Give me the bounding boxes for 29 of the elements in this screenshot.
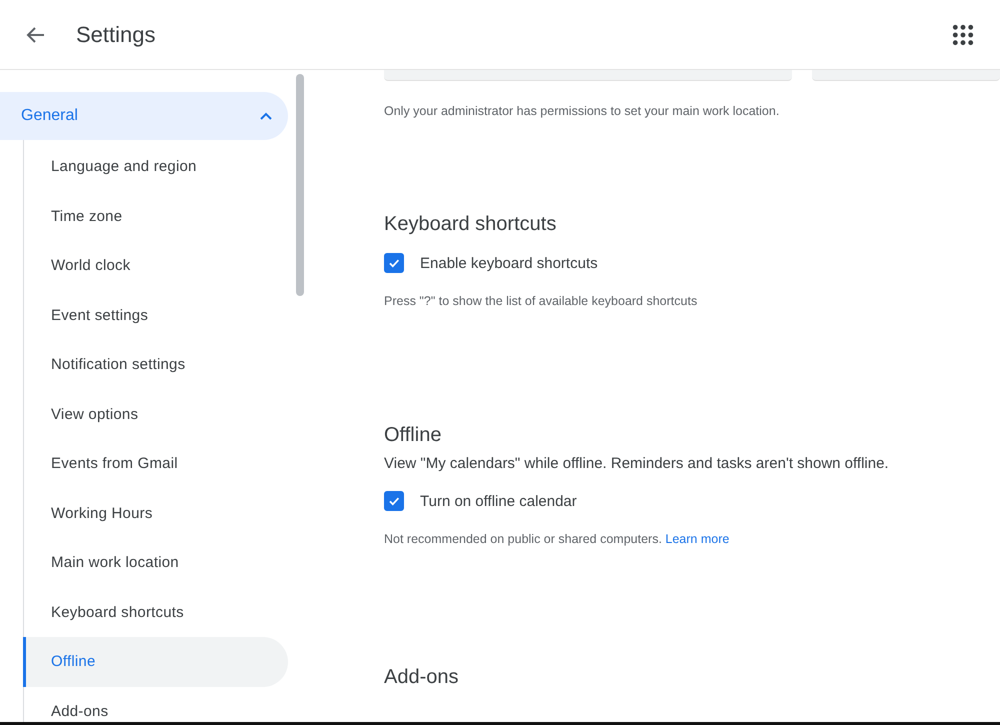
sidebar-item[interactable]: Language and region bbox=[24, 142, 289, 192]
section-description: View "My calendars" while offline. Reminders and tasks aren't shown offline. bbox=[384, 455, 890, 472]
learn-more-link[interactable]: Learn more bbox=[665, 532, 730, 546]
section-heading: Add-ons bbox=[384, 666, 460, 689]
sidebar-item[interactable]: Offline bbox=[23, 637, 288, 686]
sidebar-item[interactable]: Time zone bbox=[24, 192, 289, 241]
sidebar-item[interactable]: Notification settings bbox=[24, 340, 289, 390]
hint-text: Press "?" to show the list of available keyboard shortcuts bbox=[384, 294, 698, 308]
chevron-icon bbox=[260, 112, 272, 120]
checkbox-label: Turn on offline calendar bbox=[420, 492, 577, 510]
sidebar-item[interactable]: Events from Gmail bbox=[24, 439, 289, 488]
page-title: Settings bbox=[76, 22, 156, 48]
sidebar-item[interactable]: View options bbox=[24, 390, 289, 439]
checkbox[interactable] bbox=[384, 491, 404, 511]
hint-text: Not recommended on public or shared computers. Learn more bbox=[384, 532, 730, 546]
section-heading: Keyboard shortcuts bbox=[384, 213, 558, 236]
sidebar-item[interactable]: Add-ons bbox=[24, 686, 289, 722]
sidebar-item[interactable]: Event settings bbox=[24, 290, 289, 340]
apps-grid-icon[interactable] bbox=[952, 24, 974, 46]
sidebar-item[interactable]: Working Hours bbox=[24, 488, 289, 538]
sidebar-item[interactable]: Main work location bbox=[24, 538, 289, 588]
note-text: Only your administrator has permissions to set your main work location. bbox=[384, 104, 780, 118]
scrollbar[interactable] bbox=[296, 74, 304, 296]
sidebar-group[interactable]: General bbox=[0, 92, 288, 140]
checkbox[interactable] bbox=[384, 253, 404, 273]
sidebar-item[interactable]: World clock bbox=[24, 241, 289, 290]
sidebar-item[interactable]: Keyboard shortcuts bbox=[24, 588, 289, 637]
checkbox-label: Enable keyboard shortcuts bbox=[420, 254, 598, 272]
section-heading: Offline bbox=[384, 424, 442, 447]
